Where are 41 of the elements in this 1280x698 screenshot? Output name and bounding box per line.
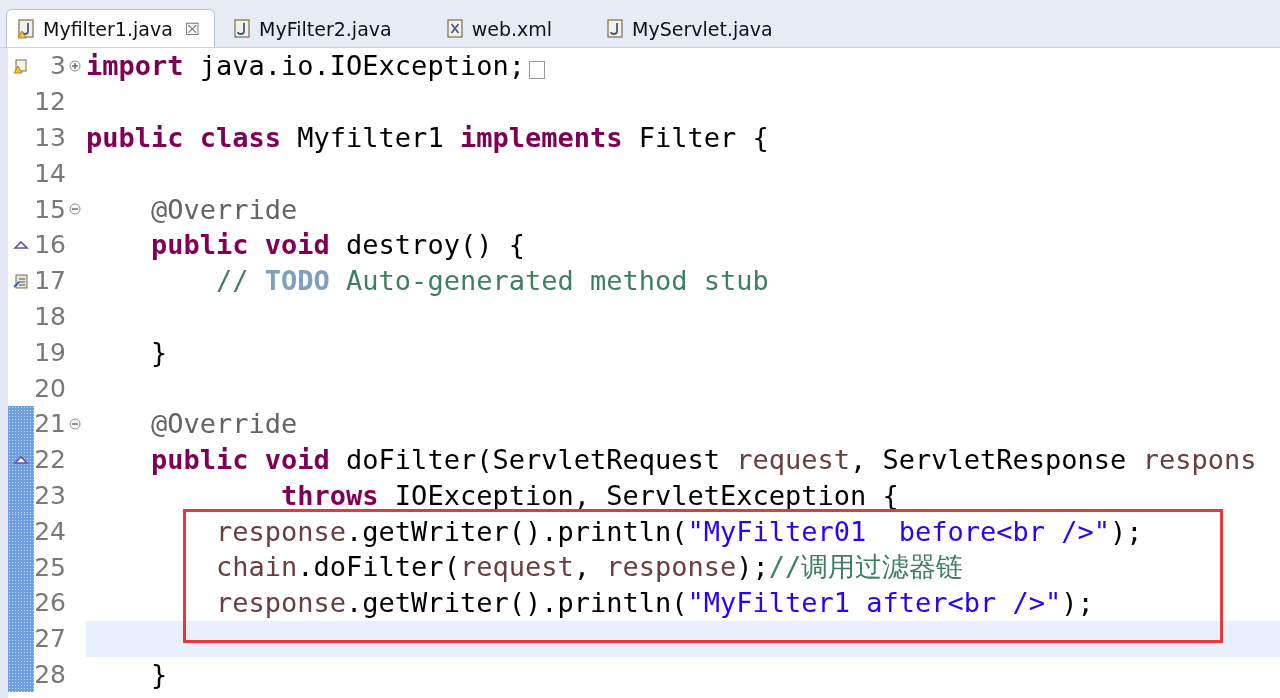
close-icon[interactable]: ☒ [184, 18, 201, 39]
line-number: 14 [34, 158, 66, 188]
line-number: 24 [34, 516, 66, 546]
expand-icon[interactable] [69, 59, 81, 72]
code-line: @Override [150, 408, 298, 440]
line-number: 28 [34, 659, 66, 689]
code-line: } [150, 658, 168, 690]
line-number: 25 [34, 552, 66, 582]
editor-tab[interactable]: MyServlet.java [596, 10, 787, 47]
code-line: response.getWriter().println("MyFilter1 after<br />"); [215, 587, 1094, 619]
folded-code-icon[interactable] [528, 60, 545, 79]
code-line: throws IOException, ServletException { [280, 479, 899, 511]
line-number: 17 [34, 266, 66, 296]
line-number: 19 [34, 337, 66, 367]
code-line: public class Myfilter1 implements Filter { [86, 122, 769, 153]
line-number: 18 [34, 301, 66, 331]
code-line: @Override [150, 193, 298, 225]
line-number: 27 [34, 624, 66, 654]
code-line: import java.io.IOException; [86, 50, 525, 82]
code-line: } [150, 336, 168, 368]
code-line: public void doFilter(ServletRequest request, ServletResponse respons [150, 444, 1257, 476]
task-icon[interactable] [13, 272, 29, 289]
line-number: 21 [34, 409, 66, 439]
line-number: 15 [34, 194, 66, 224]
collapse-icon[interactable] [69, 203, 81, 216]
code-line: chain.doFilter(request, response);//调用过滤器链 [215, 550, 964, 585]
editor-tab[interactable]: Myfilter1.java ☒ [6, 9, 216, 47]
code-line: response.getWriter().println("MyFilter01 before<br />"); [215, 515, 1143, 547]
collapse-icon[interactable] [69, 417, 81, 430]
editor-tab[interactable]: web.xml [435, 10, 567, 47]
line-number: 26 [34, 588, 66, 618]
line-number: 20 [34, 373, 66, 403]
line-number: 12 [34, 87, 66, 117]
line-number: 22 [34, 445, 66, 475]
code-line: public void destroy() { [150, 229, 525, 261]
code-line: // TODO Auto-generated method stub [215, 265, 769, 297]
line-number: 23 [34, 480, 66, 510]
line-number: 16 [34, 230, 66, 260]
editor-tab[interactable]: MyFilter2.java [223, 10, 406, 47]
line-number: 3 [49, 51, 66, 81]
line-number: 13 [34, 123, 66, 152]
